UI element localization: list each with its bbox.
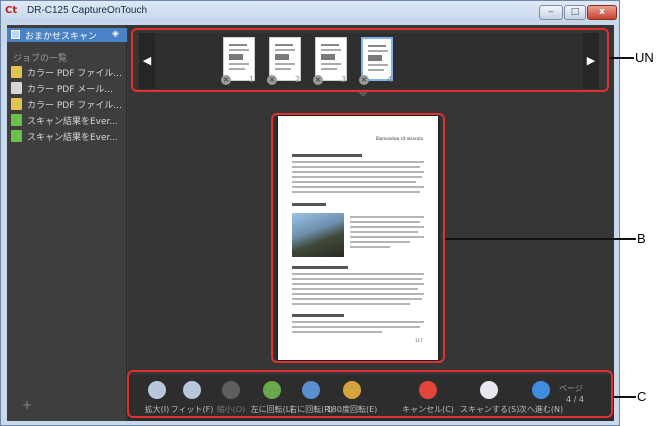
maximize-button[interactable]: □ [564, 5, 586, 20]
add-job-button[interactable]: + [22, 398, 32, 412]
sidebar-job-item[interactable]: カラー PDF ファイル... [11, 65, 125, 80]
sidebar-item-auto-scan[interactable]: おまかせスキャン ◈ [7, 28, 127, 42]
evernote-icon [11, 130, 22, 142]
mail-icon [11, 82, 22, 94]
callout-label-b: B [637, 231, 646, 246]
minimize-button[interactable]: ‒ [539, 5, 563, 20]
job-list-heading: ジョブの一覧 [13, 54, 68, 64]
document-icon [11, 66, 22, 78]
sidebar-job-item[interactable]: スキャン結果をEver... [11, 129, 125, 144]
sidebar-job-label: スキャン結果をEver... [27, 133, 119, 143]
callout-leader-b [445, 238, 636, 240]
window-title: DR-C125 CaptureOnTouch [27, 5, 148, 16]
sidebar-job-label: カラー PDF ファイル... [27, 101, 122, 111]
document-icon [11, 98, 22, 110]
evernote-icon [11, 114, 22, 126]
callout-leader-un [609, 57, 634, 59]
sidebar-job-label: スキャン結果をEver... [27, 117, 119, 127]
callout-leader-c [613, 396, 636, 398]
callout-box-un [131, 28, 609, 92]
sidebar-job-item[interactable]: カラー PDF メール... [11, 81, 125, 96]
callout-box-b [271, 113, 445, 363]
close-button[interactable]: x [587, 5, 617, 20]
callout-label-un: UN [635, 50, 654, 65]
sidebar-job-item[interactable]: カラー PDF ファイル... [11, 97, 125, 112]
scan-mode-icon [11, 30, 20, 39]
sidebar-job-item[interactable]: スキャン結果をEver... [11, 113, 125, 128]
sidebar-header-label: おまかせスキャン [25, 32, 98, 42]
callout-label-c: C [637, 389, 647, 404]
callout-box-c [127, 370, 613, 418]
sidebar-job-label: カラー PDF メール... [27, 85, 113, 95]
sidebar-job-label: カラー PDF ファイル... [27, 69, 122, 79]
app-icon: Ct [5, 5, 18, 16]
title-bar: Ct DR-C125 CaptureOnTouch ‒ □ x [1, 1, 619, 23]
settings-icon[interactable]: ◈ [112, 29, 119, 39]
sidebar: おまかせスキャン ◈ ジョブの一覧 カラー PDF ファイル... カラー PDF… [7, 25, 127, 421]
